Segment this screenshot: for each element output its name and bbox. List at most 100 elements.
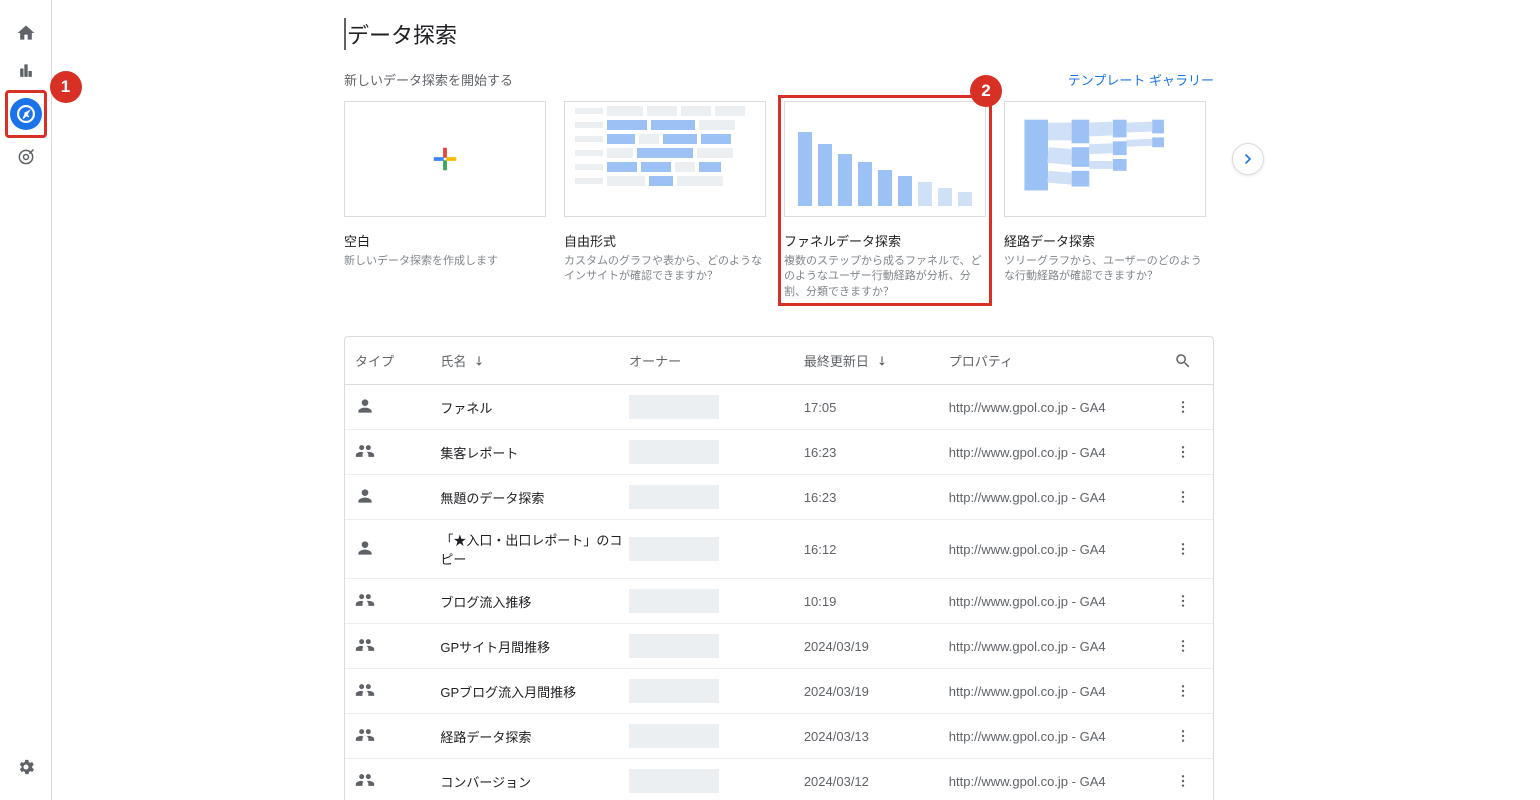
row-more-button[interactable] — [1163, 593, 1203, 609]
row-date: 16:23 — [804, 490, 949, 505]
row-name: 「★入口・出口レポート」のコピー — [440, 530, 629, 568]
row-date: 10:19 — [804, 594, 949, 609]
sort-down-icon — [472, 354, 486, 368]
row-name: ブログ流入推移 — [440, 592, 629, 611]
row-owner — [629, 440, 804, 464]
row-type-icon — [355, 486, 440, 509]
row-name: GPサイト月間推移 — [440, 637, 629, 656]
row-property: http://www.gpol.co.jp - GA4 — [949, 684, 1163, 699]
table-row[interactable]: ブログ流入推移 10:19http://www.gpol.co.jp - GA4 — [345, 579, 1213, 624]
row-owner — [629, 589, 804, 613]
search-icon — [1174, 352, 1192, 370]
header-type[interactable]: タイプ — [355, 351, 440, 370]
row-date: 2024/03/13 — [804, 729, 949, 744]
header-name[interactable]: 氏名 — [440, 351, 629, 370]
row-more-button[interactable] — [1163, 773, 1203, 789]
row-type-icon — [355, 635, 440, 658]
table-row[interactable]: 集客レポート16:23http://www.gpol.co.jp - GA4 — [345, 430, 1213, 475]
plus-icon — [430, 144, 460, 174]
row-date: 16:12 — [804, 542, 949, 557]
header-name-label: 氏名 — [440, 351, 466, 370]
nav-home[interactable] — [10, 17, 42, 49]
row-type-icon — [355, 770, 440, 793]
row-property: http://www.gpol.co.jp - GA4 — [949, 490, 1163, 505]
row-type-icon — [355, 441, 440, 464]
row-name: GPブログ流入月間推移 — [440, 682, 629, 701]
template-title: 自由形式 — [564, 231, 766, 250]
row-more-button[interactable] — [1163, 489, 1203, 505]
row-date: 17:05 — [804, 400, 949, 415]
explorations-table: タイプ 氏名 オーナー 最終更新日 プロパティ ファネル17:05h — [344, 336, 1214, 800]
template-path[interactable]: 経路データ探索 ツリーグラフから、ユーザーのどのような行動経路が確認できますか？ — [1004, 101, 1206, 300]
row-more-button[interactable] — [1163, 638, 1203, 654]
header-date-label: 最終更新日 — [804, 351, 869, 370]
row-property: http://www.gpol.co.jp - GA4 — [949, 542, 1163, 557]
page-title: データ探索 — [344, 18, 1214, 50]
row-type-icon — [355, 538, 440, 561]
row-type-icon — [355, 590, 440, 613]
table-row[interactable]: GPサイト月間推移2024/03/19http://www.gpol.co.jp… — [345, 624, 1213, 669]
table-row[interactable]: 無題のデータ探索 16:23http://www.gpol.co.jp - GA4 — [345, 475, 1213, 520]
row-type-icon — [355, 396, 440, 419]
freeform-preview — [564, 101, 766, 217]
row-property: http://www.gpol.co.jp - GA4 — [949, 594, 1163, 609]
template-funnel[interactable]: 2 ファネルデ — [784, 101, 986, 300]
templates-row: 空白 新しいデータ探索を作成します — [344, 101, 1214, 300]
row-name: 経路データ探索 — [440, 727, 629, 746]
template-gallery-link[interactable]: テンプレート ギャラリー — [1068, 70, 1214, 89]
row-type-icon — [355, 725, 440, 748]
nav-explore[interactable] — [10, 98, 42, 130]
nav-admin[interactable] — [10, 751, 42, 783]
row-date: 2024/03/19 — [804, 639, 949, 654]
row-owner — [629, 634, 804, 658]
search-button[interactable] — [1163, 352, 1203, 370]
main-content: データ探索 新しいデータ探索を開始する テンプレート ギャラリー — [52, 0, 1540, 800]
row-more-button[interactable] — [1163, 728, 1203, 744]
blank-preview — [344, 101, 546, 217]
row-owner — [629, 395, 804, 419]
table-row[interactable]: コンバージョン2024/03/12http://www.gpol.co.jp -… — [345, 759, 1213, 800]
template-desc: カスタムのグラフや表から、どのようなインサイトが確認できますか？ — [564, 254, 766, 285]
row-owner — [629, 769, 804, 793]
row-more-button[interactable] — [1163, 444, 1203, 460]
row-more-button[interactable] — [1163, 399, 1203, 415]
table-row[interactable]: 経路データ探索 2024/03/13http://www.gpol.co.jp -… — [345, 714, 1213, 759]
templates-next-button[interactable] — [1232, 143, 1264, 175]
template-desc: 新しいデータ探索を作成します — [344, 254, 546, 269]
row-owner — [629, 537, 804, 561]
template-title: 経路データ探索 — [1004, 231, 1206, 250]
row-owner — [629, 679, 804, 703]
row-owner — [629, 724, 804, 748]
row-property: http://www.gpol.co.jp - GA4 — [949, 729, 1163, 744]
sidebar: 1 — [0, 0, 52, 800]
header-property[interactable]: プロパティ — [949, 351, 1163, 370]
table-row[interactable]: ファネル 17:05http://www.gpol.co.jp - GA4 — [345, 385, 1213, 430]
row-property: http://www.gpol.co.jp - GA4 — [949, 774, 1163, 789]
template-desc: 複数のステップから成るファネルで、どのようなユーザー行動経路が分析、分割、分類で… — [784, 254, 986, 300]
subtitle: 新しいデータ探索を開始する — [344, 70, 513, 89]
template-blank[interactable]: 空白 新しいデータ探索を作成します — [344, 101, 546, 300]
sort-down-icon — [875, 354, 889, 368]
row-name: コンバージョン — [440, 772, 629, 791]
row-more-button[interactable] — [1163, 683, 1203, 699]
template-desc: ツリーグラフから、ユーザーのどのような行動経路が確認できますか？ — [1004, 254, 1206, 285]
header-date[interactable]: 最終更新日 — [804, 351, 949, 370]
row-owner — [629, 485, 804, 509]
row-more-button[interactable] — [1163, 541, 1203, 557]
path-preview — [1004, 101, 1206, 217]
annotation-1-badge: 1 — [50, 71, 82, 103]
row-property: http://www.gpol.co.jp - GA4 — [949, 400, 1163, 415]
table-header: タイプ 氏名 オーナー 最終更新日 プロパティ — [345, 337, 1213, 385]
row-name: ファネル — [440, 398, 629, 417]
chevron-right-icon — [1240, 151, 1256, 167]
table-row[interactable]: 「★入口・出口レポート」のコピー 16:12http://www.gpol.co.… — [345, 520, 1213, 579]
row-name: 集客レポート — [440, 443, 629, 462]
row-date: 16:23 — [804, 445, 949, 460]
template-freeform[interactable]: 自由形式 カスタムのグラフや表から、どのようなインサイトが確認できますか？ — [564, 101, 766, 300]
funnel-preview — [784, 101, 986, 217]
nav-reports[interactable] — [10, 55, 42, 87]
row-name: 無題のデータ探索 — [440, 488, 629, 507]
table-row[interactable]: GPブログ流入月間推移2024/03/19http://www.gpol.co.… — [345, 669, 1213, 714]
header-owner[interactable]: オーナー — [629, 351, 804, 370]
nav-advertising[interactable] — [10, 141, 42, 173]
